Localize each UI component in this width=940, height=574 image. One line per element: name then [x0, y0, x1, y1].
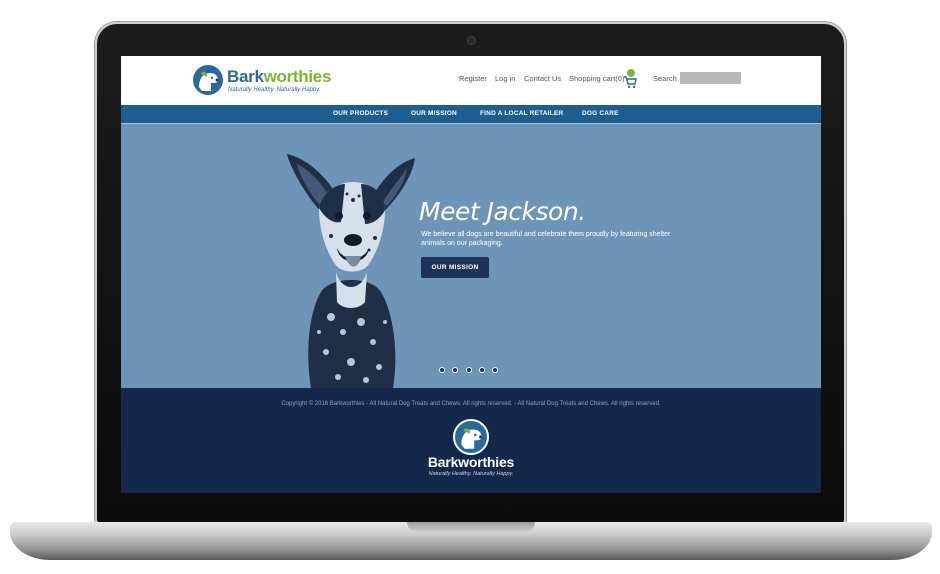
search-input[interactable] — [680, 72, 741, 84]
laptop-notch — [407, 522, 535, 532]
register-link[interactable]: Register — [459, 74, 487, 83]
hero-title: Meet Jackson. — [419, 197, 586, 226]
nav-item-our-mission[interactable]: OUR MISSION — [411, 110, 457, 117]
dog-photo — [287, 154, 415, 388]
brand-tagline: Naturally Healthy. Naturally Happy. — [228, 87, 321, 93]
brand-logo[interactable]: Barkworthies Naturally Healthy. Naturall… — [193, 65, 333, 97]
login-link[interactable]: Log in — [495, 74, 515, 83]
browser-screen: Barkworthies Naturally Healthy. Naturall… — [121, 56, 821, 493]
hero-description: We believe all dogs are beautiful and ce… — [421, 231, 671, 247]
shopping-cart-icon[interactable] — [623, 75, 637, 89]
contact-link[interactable]: Contact Us — [524, 74, 561, 83]
search-label: Search — [653, 74, 677, 83]
nav-item-our-products[interactable]: OUR PRODUCTS — [333, 110, 388, 117]
carousel-dot-2[interactable] — [452, 367, 458, 373]
camera-icon — [467, 36, 476, 45]
carousel-dot-3[interactable] — [466, 367, 472, 373]
carousel-dot-4[interactable] — [479, 367, 485, 373]
footer-brand-name: Barkworthies — [427, 454, 515, 470]
copyright-text: Copyright © 2016 Barkworthies - All Natu… — [281, 401, 661, 407]
carousel-dot-5[interactable] — [492, 367, 498, 373]
main-nav: OUR PRODUCTS OUR MISSION FIND A LOCAL RE… — [121, 105, 821, 124]
cart-link[interactable]: Shopping cart(0) — [569, 74, 624, 83]
footer-dog-logo-icon — [453, 419, 489, 455]
site-header: Barkworthies Naturally Healthy. Naturall… — [121, 56, 821, 105]
carousel-dot-1[interactable] — [439, 367, 445, 373]
dog-logo-icon — [193, 65, 223, 95]
nav-item-dog-care[interactable]: DOG CARE — [582, 110, 619, 117]
hero-banner: Meet Jackson. We believe all dogs are be… — [121, 124, 821, 388]
brand-name: Barkworthies — [227, 67, 332, 86]
our-mission-button[interactable]: OUR MISSION — [421, 257, 489, 278]
site-footer: Copyright © 2016 Barkworthies - All Natu… — [121, 388, 821, 493]
nav-item-find-retailer[interactable]: FIND A LOCAL RETAILER — [480, 110, 563, 117]
footer-brand-tagline: Naturally Healthy. Naturally Happy. — [428, 471, 514, 477]
